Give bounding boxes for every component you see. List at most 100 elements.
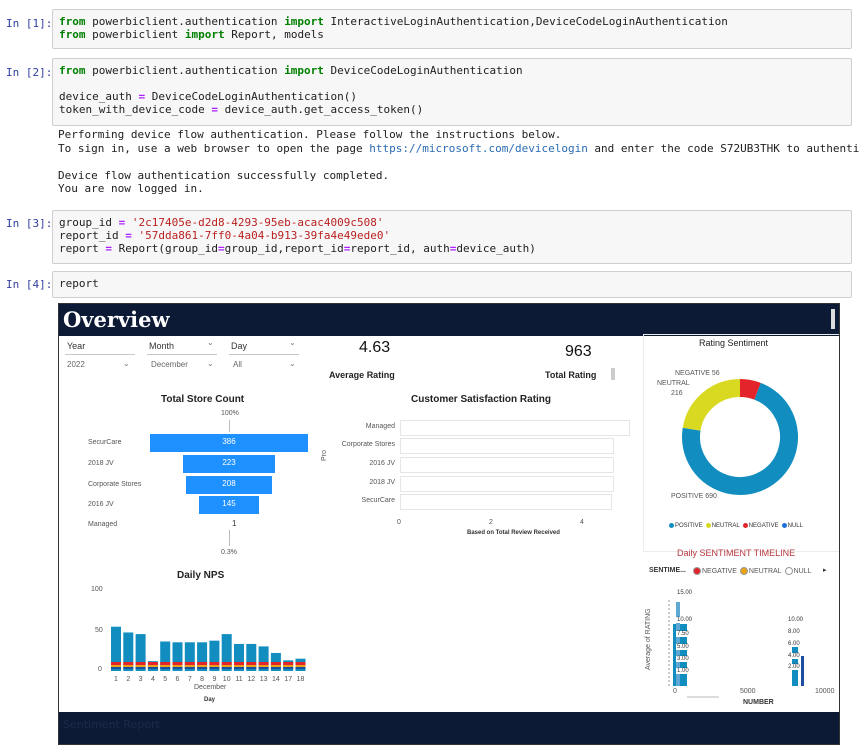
kpi-label: Total Rating [545, 370, 597, 380]
nps-bar[interactable] [111, 626, 121, 671]
data-label: 10.00 [676, 617, 694, 623]
scrollbar-thumb[interactable] [611, 368, 615, 380]
chevron-down-icon[interactable]: ⌄ [289, 359, 296, 368]
kpi-label: Average Rating [329, 370, 395, 380]
slice-label-negative: NEGATIVE 56 [675, 370, 720, 377]
nps-bar[interactable] [295, 658, 306, 671]
output-line: Performing device flow authentication. P… [58, 128, 562, 141]
data-label: 1.00 [676, 668, 690, 674]
nps-bar-segment [135, 667, 146, 669]
code-token: group_id,report_id [224, 242, 344, 255]
nps-bar[interactable] [209, 640, 220, 671]
code-token: Report, models [224, 28, 324, 41]
code-input[interactable]: group_id = '2c17405e-d2d8-4293-95eb-acac… [52, 210, 852, 264]
funnel-value-label: 145 [222, 499, 236, 508]
csr-bar[interactable] [400, 457, 614, 473]
chart-title: Daily NPS [177, 570, 225, 581]
legend-dot-icon [781, 523, 787, 528]
legend-item[interactable]: NEUTRAL [739, 567, 782, 575]
nps-bar-segment [221, 667, 232, 669]
csr-bar[interactable] [400, 420, 630, 436]
nps-bar[interactable] [123, 632, 134, 671]
nps-bar[interactable] [160, 641, 171, 671]
legend-label: NULL [793, 567, 812, 575]
legend-next-icon[interactable]: ▸ [823, 566, 827, 574]
code-token: powerbiclient.authentication [85, 64, 285, 77]
nps-bar[interactable] [172, 642, 183, 671]
code-input[interactable]: from powerbiclient.authentication import… [52, 58, 852, 126]
slice-label-neutral: NEUTRAL [657, 380, 690, 387]
funnel-bar[interactable]: 145 [199, 496, 259, 514]
x-axis-label: NUMBER [743, 699, 774, 706]
chevron-down-icon[interactable]: ⌄ [207, 338, 214, 347]
nps-bar[interactable] [184, 642, 195, 671]
nps-bar[interactable] [270, 652, 281, 671]
nps-bar-segment [147, 667, 158, 669]
legend-item[interactable]: NULL [781, 523, 803, 529]
legend-dot-icon [784, 567, 793, 575]
powerbi-report[interactable]: Overview Year 2022 ⌄ Month ⌄ December ⌄ … [58, 303, 840, 745]
code-token: = [125, 229, 132, 242]
x-tick: 17 [284, 676, 292, 683]
nps-bar[interactable] [283, 660, 294, 671]
code-token: from [59, 64, 86, 77]
code-token: powerbiclient [85, 28, 185, 41]
csr-bar[interactable] [400, 476, 614, 492]
funnel-bar[interactable]: 208 [186, 476, 272, 494]
funnel-bar[interactable]: 386 [150, 434, 308, 452]
devicelogin-link[interactable]: https://microsoft.com/devicelogin [369, 142, 588, 155]
funnel-bar[interactable]: 223 [183, 455, 275, 473]
donut-legend: POSITIVE NEUTRAL NEGATIVE NULL [669, 523, 806, 529]
code-line: token_with_device_code = device_auth.get… [59, 103, 423, 116]
nps-bar[interactable] [135, 634, 146, 671]
legend-item[interactable]: NEGATIVE [693, 567, 737, 575]
slicer-value[interactable]: December [151, 360, 188, 369]
legend-item[interactable]: POSITIVE [669, 523, 703, 529]
scrollbar-thumb[interactable] [831, 309, 835, 329]
chevron-down-icon[interactable]: ⌄ [123, 359, 130, 368]
nps-bar-segment [160, 665, 171, 667]
slicer-value[interactable]: All [233, 360, 242, 369]
chevron-down-icon[interactable]: ⌄ [207, 359, 214, 368]
chevron-down-icon[interactable]: ⌄ [289, 338, 296, 347]
nps-bar[interactable] [147, 661, 158, 671]
nps-bar-segment [258, 667, 269, 669]
nps-bar-segment [258, 662, 269, 665]
funnel-category-label: 2018 JV [88, 460, 114, 467]
code-input[interactable]: from powerbiclient.authentication import… [52, 9, 852, 49]
timeline-bar[interactable] [801, 656, 804, 686]
nps-bar-segment [197, 665, 208, 667]
scrollbar-thumb[interactable] [687, 696, 719, 698]
kpi-value: 4.63 [359, 339, 391, 356]
nps-bar[interactable] [221, 634, 232, 671]
legend-item[interactable]: NEUTRAL [705, 523, 740, 529]
data-label: 4.00 [787, 653, 801, 659]
nps-bar[interactable] [197, 642, 208, 671]
csr-bar[interactable] [400, 494, 612, 510]
timeline-legend: NEGATIVE NEUTRAL NULL [693, 567, 814, 575]
chart-title: Rating Sentiment [699, 338, 769, 348]
data-label: 15.00 [676, 590, 694, 596]
report-title: Overview [63, 307, 170, 332]
code-token: report [59, 242, 106, 255]
y-axis-label: Average of RATING [645, 608, 652, 670]
code-input[interactable]: report [52, 271, 852, 298]
report-page-name[interactable]: Sentiment Report [63, 718, 160, 731]
legend-item[interactable]: NEGATIVE [742, 523, 779, 529]
code-token: report [59, 277, 99, 290]
csr-bar[interactable] [400, 438, 614, 454]
nps-bar[interactable] [234, 643, 244, 671]
nps-bar[interactable] [246, 643, 257, 671]
code-line: group_id = '2c17405e-d2d8-4293-95eb-acac… [59, 216, 384, 229]
funnel-top-pct: 100% [221, 410, 239, 417]
funnel-category-label: Managed [88, 521, 118, 528]
x-tick: 0 [397, 519, 401, 526]
slicer-value[interactable]: 2022 [67, 360, 85, 369]
funnel-category-label: 2016 JV [88, 501, 114, 508]
legend-item[interactable]: NULL [784, 567, 812, 575]
data-label: 3.00 [676, 656, 690, 662]
nps-bar[interactable] [258, 646, 269, 671]
nps-bar-segment [111, 662, 121, 665]
report-footer: Sentiment Report [59, 712, 839, 744]
code-line: device_auth = DeviceCodeLoginAuthenticat… [59, 90, 357, 103]
